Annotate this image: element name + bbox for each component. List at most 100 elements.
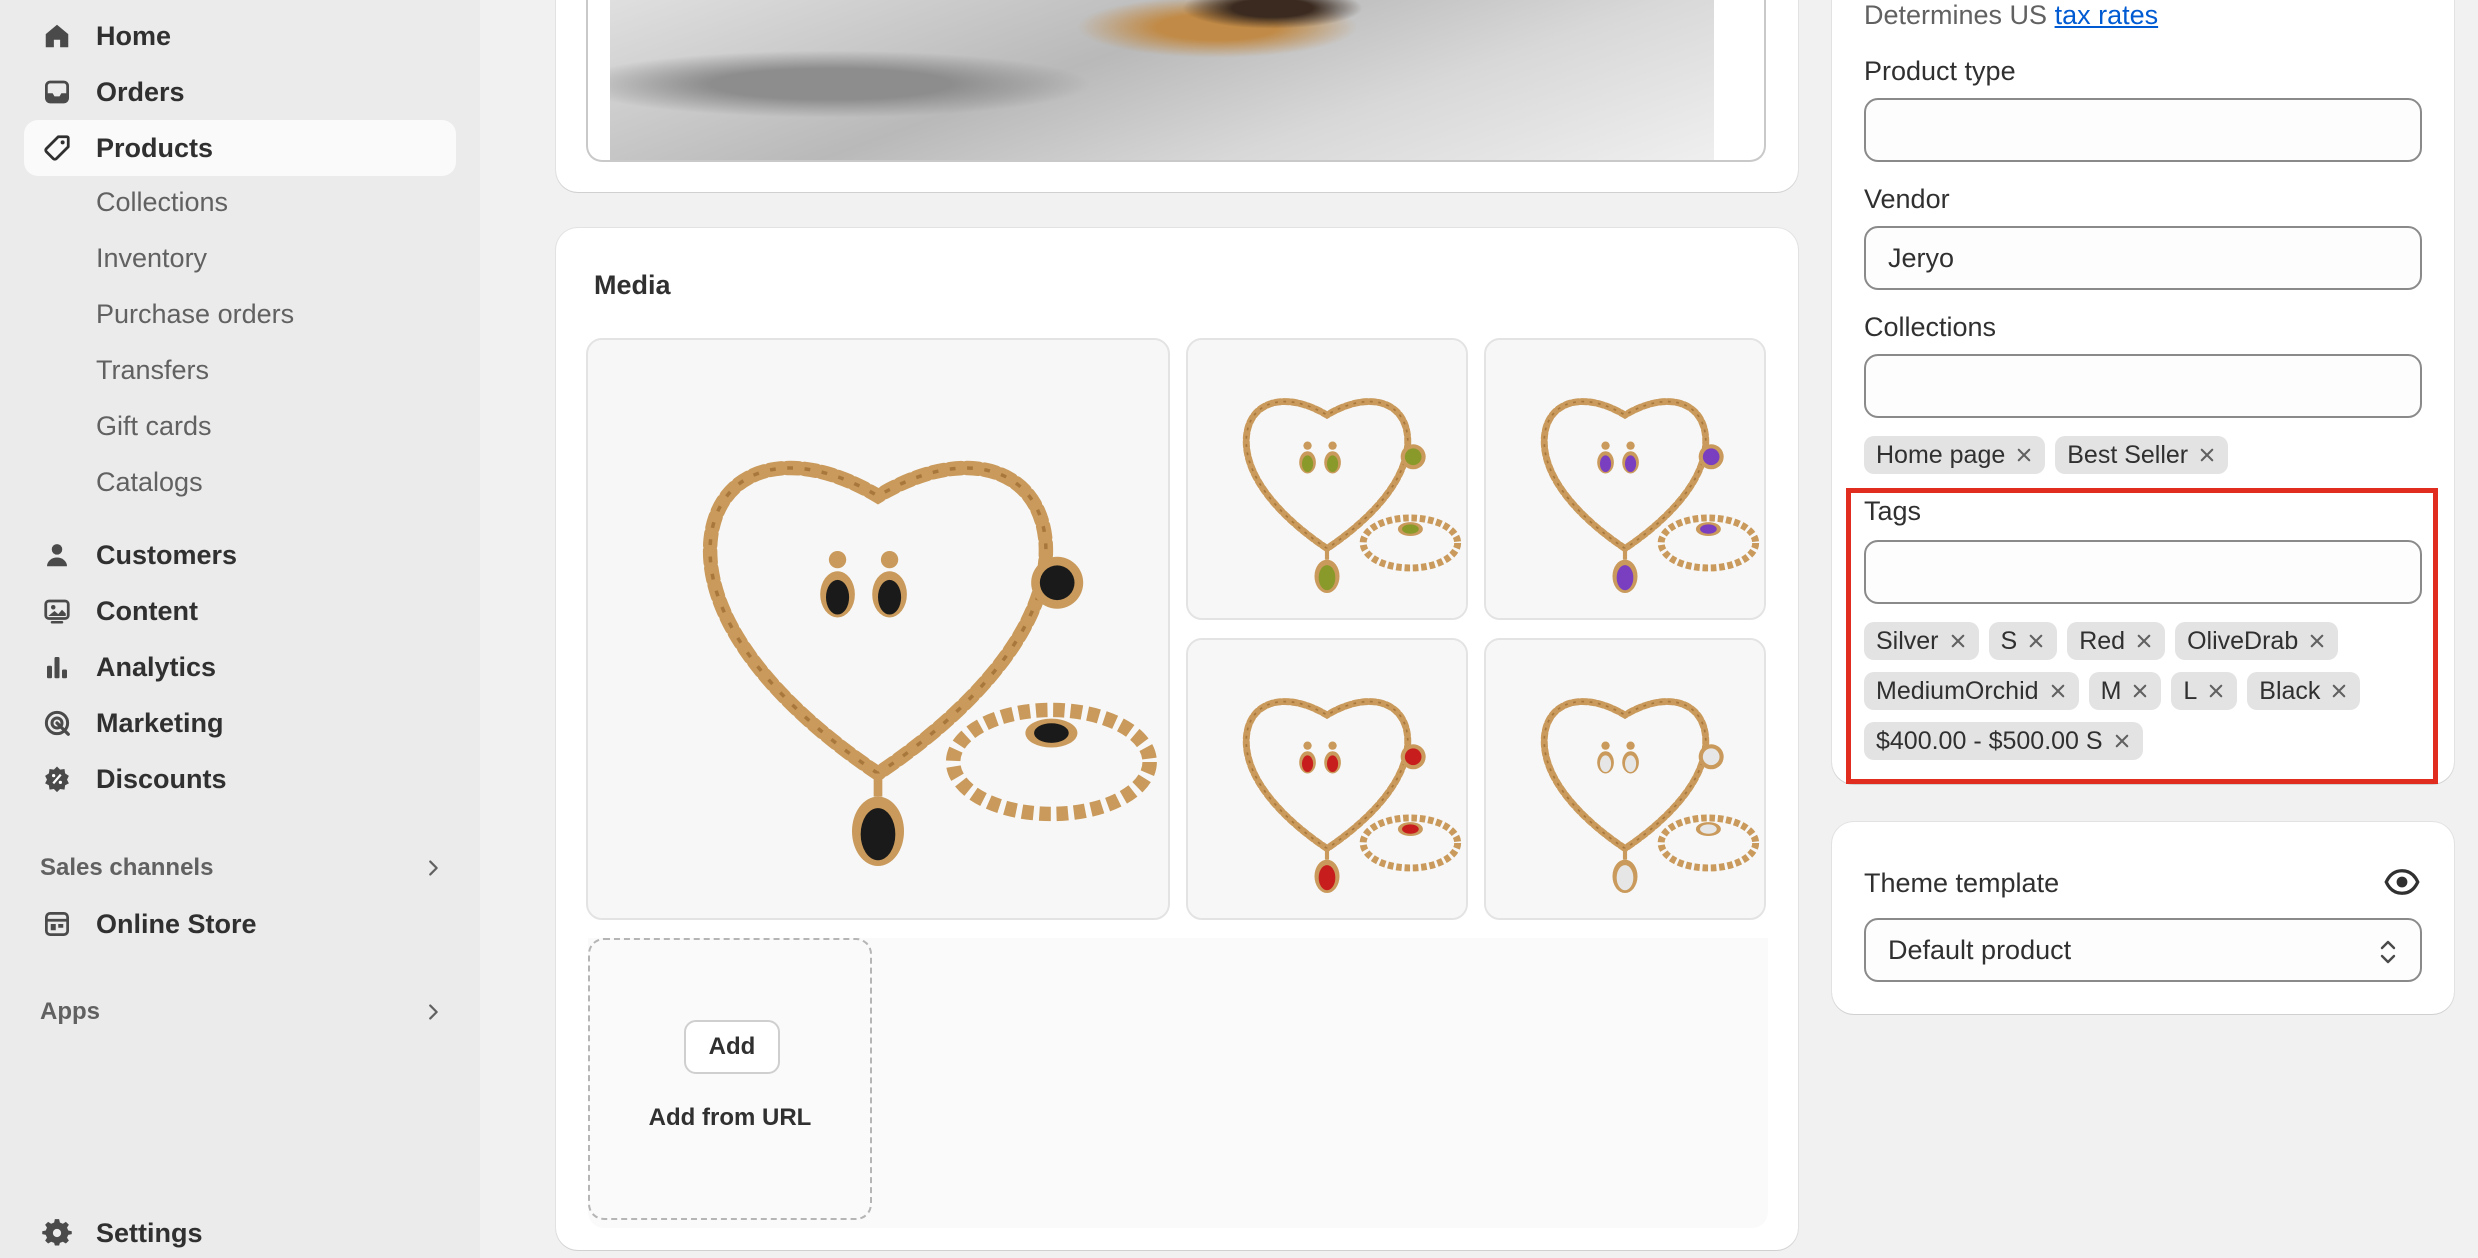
sidebar-subitem-inventory[interactable]: Inventory	[96, 243, 207, 274]
target-icon	[42, 708, 72, 738]
tax-note: Determines US tax rates	[1864, 0, 2158, 31]
theme-template-value: Default product	[1888, 934, 2072, 965]
apps-heading[interactable]: Apps	[40, 992, 444, 1032]
remove-tag-icon[interactable]	[2135, 632, 2153, 650]
sales-channels-heading[interactable]: Sales channels	[40, 848, 444, 888]
sidebar-subitem-catalogs[interactable]: Catalogs	[96, 467, 203, 498]
tag-chip-label: OliveDrab	[2187, 626, 2299, 655]
sidebar-item-label: Analytics	[96, 651, 217, 682]
tags-input[interactable]	[1864, 540, 2422, 604]
tag-chip: Red	[2067, 622, 2166, 660]
sidebar-subitem-gift-cards[interactable]: Gift cards	[96, 411, 212, 442]
media-item[interactable]	[1484, 338, 1766, 620]
remove-tag-icon[interactable]	[2308, 632, 2326, 650]
sales-channels-label: Sales channels	[40, 854, 214, 881]
jewelry-set-image	[1188, 340, 1466, 618]
sidebar-item-analytics[interactable]: Analytics	[24, 639, 456, 695]
tag-chip: Silver	[1864, 622, 1979, 660]
sidebar-item-orders[interactable]: Orders	[24, 64, 456, 120]
remove-tag-icon[interactable]	[2015, 446, 2033, 464]
tag-chip: Best Seller	[2055, 436, 2229, 474]
product-image-card	[556, 0, 1798, 192]
remove-tag-icon[interactable]	[2330, 682, 2348, 700]
select-chevron-icon	[2380, 940, 2396, 964]
sidebar: Home Orders Products Collections Invento…	[0, 0, 480, 1258]
tag-chip-label: M	[2100, 676, 2122, 705]
tag-chip: M	[2088, 672, 2162, 710]
gear-icon	[42, 1218, 72, 1248]
tag-chip: $400.00 - $500.00 S	[1864, 722, 2143, 760]
vendor-input[interactable]: Jeryo	[1864, 226, 2422, 290]
sidebar-item-content[interactable]: Content	[24, 583, 456, 639]
tags-chip-list: Silver S Red OliveDrab MediumOrchid M L Black $4…	[1864, 622, 2424, 760]
sidebar-item-products[interactable]: Products	[24, 120, 456, 176]
image-icon	[42, 596, 72, 626]
media-item-main[interactable]	[586, 338, 1170, 920]
sidebar-item-marketing[interactable]: Marketing	[24, 695, 456, 751]
inbox-icon	[42, 77, 72, 107]
tag-chip: S	[1988, 622, 2058, 660]
sidebar-item-label: Home	[96, 20, 172, 51]
media-item[interactable]	[1186, 338, 1468, 620]
remove-tag-icon[interactable]	[2113, 732, 2131, 750]
sidebar-item-label: Orders	[96, 76, 185, 107]
tag-chip-label: S	[2000, 626, 2018, 655]
add-media-button[interactable]: Add	[684, 1020, 780, 1074]
collections-chip-list: Home page Best Seller	[1864, 436, 2424, 474]
tag-chip: Home page	[1864, 436, 2046, 474]
tag-icon	[42, 133, 72, 163]
discount-icon	[42, 764, 72, 794]
bar-chart-icon	[42, 652, 72, 682]
store-icon	[42, 909, 72, 939]
remove-tag-icon[interactable]	[2049, 682, 2067, 700]
eye-icon[interactable]	[2384, 864, 2420, 900]
product-type-input[interactable]	[1864, 98, 2422, 162]
sidebar-item-label: Settings	[96, 1217, 203, 1248]
sidebar-subitem-purchase-orders[interactable]: Purchase orders	[96, 299, 294, 330]
sidebar-item-home[interactable]: Home	[24, 8, 456, 64]
add-media-box[interactable]: Add Add from URL	[588, 938, 872, 1220]
sidebar-item-label: Customers	[96, 539, 238, 570]
person-icon	[42, 540, 72, 570]
jewelry-set-image	[589, 340, 1167, 918]
sidebar-subitem-transfers[interactable]: Transfers	[96, 355, 209, 386]
remove-tag-icon[interactable]	[2027, 632, 2045, 650]
product-hero-image[interactable]	[610, 0, 1714, 160]
sidebar-item-customers[interactable]: Customers	[24, 527, 456, 583]
collections-input[interactable]	[1864, 354, 2422, 418]
product-organization-card: Determines US tax rates Product type Ven…	[1832, 0, 2454, 784]
tag-chip-label: $400.00 - $500.00 S	[1876, 726, 2103, 755]
theme-template-card: Theme template Default product	[1832, 822, 2454, 1014]
tag-chip-label: Red	[2079, 626, 2126, 655]
sidebar-subitem-collections[interactable]: Collections	[96, 187, 228, 218]
sidebar-item-label: Products	[96, 132, 214, 163]
sidebar-item-settings[interactable]: Settings	[24, 1205, 456, 1258]
media-card: Media Add Add from URL	[556, 228, 1798, 1250]
media-item[interactable]	[1484, 638, 1766, 920]
sidebar-item-label: Online Store	[96, 908, 257, 939]
tag-chip: Black	[2247, 672, 2361, 710]
tax-rates-link[interactable]: tax rates	[2055, 0, 2159, 30]
vendor-label: Vendor	[1864, 184, 1950, 214]
media-title: Media	[594, 270, 671, 300]
sidebar-item-online-store[interactable]: Online Store	[24, 896, 456, 952]
product-type-label: Product type	[1864, 56, 2016, 86]
theme-template-select[interactable]: Default product	[1864, 918, 2422, 982]
chevron-right-icon	[429, 1004, 438, 1020]
remove-tag-icon[interactable]	[2207, 682, 2225, 700]
tag-chip-label: Best Seller	[2067, 440, 2189, 469]
jewelry-set-image	[1188, 640, 1466, 918]
chevron-right-icon	[429, 860, 438, 876]
image-preview-frame	[586, 0, 1766, 162]
sidebar-item-label: Discounts	[96, 763, 227, 794]
tag-chip-label: MediumOrchid	[1876, 676, 2039, 705]
tag-chip-label: Home page	[1876, 440, 2006, 469]
apps-label: Apps	[40, 998, 100, 1025]
sidebar-item-discounts[interactable]: Discounts	[24, 751, 456, 807]
remove-tag-icon[interactable]	[2198, 446, 2216, 464]
media-item[interactable]	[1186, 638, 1468, 920]
remove-tag-icon[interactable]	[2131, 682, 2149, 700]
remove-tag-icon[interactable]	[1949, 632, 1967, 650]
tag-chip-label: Silver	[1876, 626, 1939, 655]
add-from-url-link[interactable]: Add from URL	[590, 1104, 870, 1132]
